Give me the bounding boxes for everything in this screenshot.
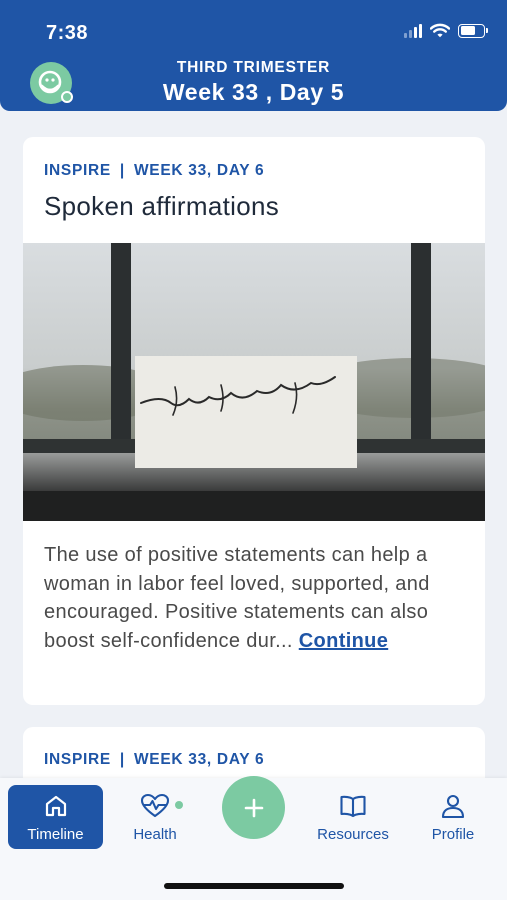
- header: 7:38 THIRD TRIMESTER Week 33 , Day 5: [0, 0, 507, 111]
- tab-profile-label: Profile: [431, 826, 475, 843]
- tab-timeline-label: Timeline: [27, 826, 84, 843]
- card-title: Spoken affirmations: [44, 191, 280, 221]
- continue-link[interactable]: Continue: [299, 630, 388, 652]
- card-day: WEEK 33, DAY 6: [133, 162, 265, 179]
- card-category: INSPIRE: [44, 162, 111, 179]
- home-indicator: [164, 883, 344, 889]
- tab-resources-label: Resources: [317, 826, 389, 843]
- wifi-icon: [430, 23, 450, 38]
- meta-separator: |: [119, 751, 125, 768]
- status-icons: [404, 23, 488, 38]
- home-icon: [41, 791, 71, 821]
- status-time: 7:38: [46, 22, 89, 44]
- heart-pulse-icon: [140, 791, 170, 821]
- tab-health-label: Health: [133, 826, 177, 843]
- book-icon: [338, 791, 368, 821]
- card-category: INSPIRE: [44, 751, 111, 768]
- tab-health[interactable]: Health: [110, 785, 200, 849]
- tab-timeline[interactable]: Timeline: [8, 785, 103, 849]
- trimester-label: THIRD TRIMESTER: [176, 59, 331, 76]
- card-meta: INSPIRE | WEEK 33, DAY 6: [44, 751, 264, 769]
- card-body: The use of positive statements can help …: [44, 541, 464, 655]
- card-meta: INSPIRE | WEEK 33, DAY 6: [44, 162, 264, 180]
- health-notification-dot: [175, 801, 183, 809]
- person-icon: [438, 791, 468, 821]
- tab-profile[interactable]: Profile: [410, 785, 496, 849]
- week-title: Week 33 , Day 5: [162, 79, 345, 105]
- meta-separator: |: [119, 162, 125, 179]
- add-button[interactable]: [222, 776, 285, 839]
- tab-bar: Timeline Health Resources Profile: [0, 776, 507, 900]
- battery-icon: [458, 23, 488, 38]
- tab-resources[interactable]: Resources: [305, 785, 401, 849]
- article-card[interactable]: INSPIRE | WEEK 33, DAY 6 Spoken affirmatio…: [23, 137, 485, 705]
- plus-icon: [244, 798, 263, 817]
- article-image: [23, 243, 485, 521]
- signal-icon: [404, 23, 422, 38]
- card-day: WEEK 33, DAY 6: [133, 751, 265, 768]
